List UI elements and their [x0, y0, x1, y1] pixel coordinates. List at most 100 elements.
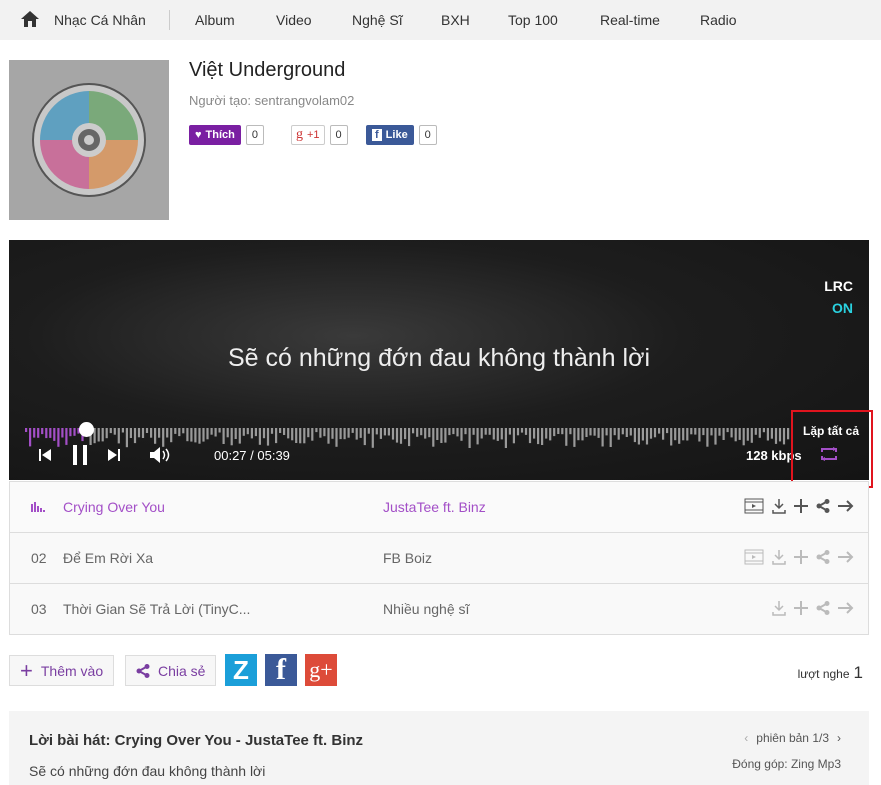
like-button[interactable]: ♥ Thích [189, 124, 241, 145]
arrow-right-icon[interactable] [838, 551, 854, 563]
waveform-bar [456, 428, 459, 437]
waveform-bar [238, 428, 241, 444]
waveform-bar [186, 428, 189, 442]
waveform-bar [553, 428, 556, 437]
arrow-right-icon[interactable] [838, 500, 854, 512]
waveform-bar [190, 428, 193, 442]
waveform-bar [633, 428, 636, 443]
gplus-share-button[interactable]: g+ [305, 654, 337, 686]
waveform-bar [121, 428, 124, 433]
waveform-bar [194, 428, 197, 443]
waveform-bar [666, 428, 669, 434]
waveform-bar [275, 428, 278, 444]
waveform-bar [57, 428, 60, 447]
waveform-bar [686, 428, 689, 441]
previous-icon[interactable] [38, 448, 52, 462]
waveform-bar [166, 428, 169, 438]
share-icon[interactable] [816, 601, 830, 615]
playlist-creator[interactable]: Người tạo: sentrangvolam02 [189, 93, 354, 108]
waveform-bar [408, 428, 411, 447]
track-name[interactable]: Thời Gian Sẽ Trả Lời (TinyC... [63, 601, 250, 617]
track-artist[interactable]: Nhiều nghệ sĩ [383, 601, 469, 617]
waveform-bar [359, 428, 362, 438]
nav-nhac-ca-nhan[interactable]: Nhạc Cá Nhân [54, 12, 146, 28]
add-icon[interactable] [794, 601, 808, 615]
download-icon[interactable] [772, 549, 786, 565]
lrc-toggle[interactable]: LRC ON [824, 275, 853, 319]
nav-radio[interactable]: Radio [700, 12, 737, 28]
like-count: 0 [245, 124, 264, 145]
download-icon[interactable] [772, 498, 786, 514]
gplus-count: 0 [329, 124, 348, 145]
home-icon[interactable] [20, 10, 40, 28]
waveform-bar [585, 428, 588, 437]
nav-bxh[interactable]: BXH [441, 12, 470, 28]
pause-icon[interactable] [72, 444, 88, 466]
waveform-bar [299, 428, 302, 444]
waveform-bar [174, 428, 177, 434]
waveform-bar [379, 428, 382, 439]
waveform-bar [524, 428, 528, 435]
track-name[interactable]: Crying Over You [63, 499, 165, 515]
current-lyric: Sẽ có những đớn đau không thành lời [227, 344, 651, 372]
waveform-bar [33, 428, 36, 438]
waveform-bar [351, 428, 354, 433]
track-number: 03 [31, 601, 47, 617]
waveform-bar [170, 428, 173, 443]
waveform-bar [323, 428, 326, 437]
waveform-bar [787, 428, 790, 440]
waveform-bar [573, 428, 576, 447]
next-icon[interactable] [107, 448, 121, 462]
nav-video[interactable]: Video [276, 12, 312, 28]
nav-album[interactable]: Album [195, 12, 235, 28]
lyrics-title: Lời bài hát: Crying Over You - JustaTee … [29, 732, 364, 749]
volume-icon[interactable] [149, 446, 175, 464]
track-row[interactable]: 03 Thời Gian Sẽ Trả Lời (TinyC... Nhiều ng… [10, 583, 868, 634]
add-icon[interactable] [794, 550, 808, 564]
nav-realtime[interactable]: Real-time [600, 12, 660, 28]
track-actions [744, 549, 854, 565]
track-artist[interactable]: JustaTee ft. Binz [383, 499, 486, 515]
next-version-icon[interactable]: › [837, 731, 841, 745]
playback-time: 00:27 / 05:39 [214, 448, 290, 463]
nav-top100[interactable]: Top 100 [508, 12, 558, 28]
waveform-bar [327, 428, 330, 444]
waveform-bar [387, 428, 390, 436]
waveform-seekbar[interactable] [25, 424, 791, 448]
share-icon[interactable] [816, 550, 830, 564]
waveform-bar [355, 428, 358, 440]
waveform-bar [738, 428, 741, 440]
prev-version-icon[interactable]: ‹ [744, 731, 748, 745]
waveform-bar [133, 428, 137, 444]
fb-like-button[interactable]: f Like [366, 124, 414, 145]
share-button[interactable]: Chia sẻ [125, 655, 217, 686]
track-name[interactable]: Để Em Rời Xa [63, 550, 153, 566]
disc-icon [32, 83, 146, 197]
waveform-bar [49, 428, 52, 438]
add-to-button[interactable]: + Thêm vào [9, 655, 115, 686]
facebook-share-button[interactable]: f [265, 653, 297, 686]
video-icon[interactable] [744, 549, 764, 565]
nav-nghe-si[interactable]: Nghệ Sĩ [352, 12, 403, 28]
video-icon[interactable] [744, 498, 764, 514]
gplus-button[interactable]: g +1 [291, 124, 325, 145]
waveform-bar [645, 428, 649, 445]
waveform-bar [45, 428, 48, 439]
track-row[interactable]: Crying Over You JustaTee ft. Binz [10, 481, 868, 532]
waveform-bar [504, 428, 507, 448]
track-row[interactable]: 02 Để Em Rời Xa FB Boiz [10, 532, 868, 583]
waveform-bar [520, 428, 524, 433]
waveform-bar [65, 428, 68, 445]
lyrics-first-line: Sẽ có những đớn đau không thành lời [29, 763, 266, 779]
waveform-bar [395, 428, 399, 443]
waveform-bar [53, 428, 56, 441]
arrow-right-icon[interactable] [838, 602, 854, 614]
listen-count: lượt nghe 1 [798, 663, 863, 683]
waveform-bar [557, 428, 560, 434]
waveform-bar [778, 428, 782, 442]
track-artist[interactable]: FB Boiz [383, 550, 432, 566]
add-icon[interactable] [794, 499, 808, 513]
zing-share-button[interactable]: Z [225, 654, 257, 686]
share-icon[interactable] [816, 499, 830, 513]
download-icon[interactable] [772, 600, 786, 616]
